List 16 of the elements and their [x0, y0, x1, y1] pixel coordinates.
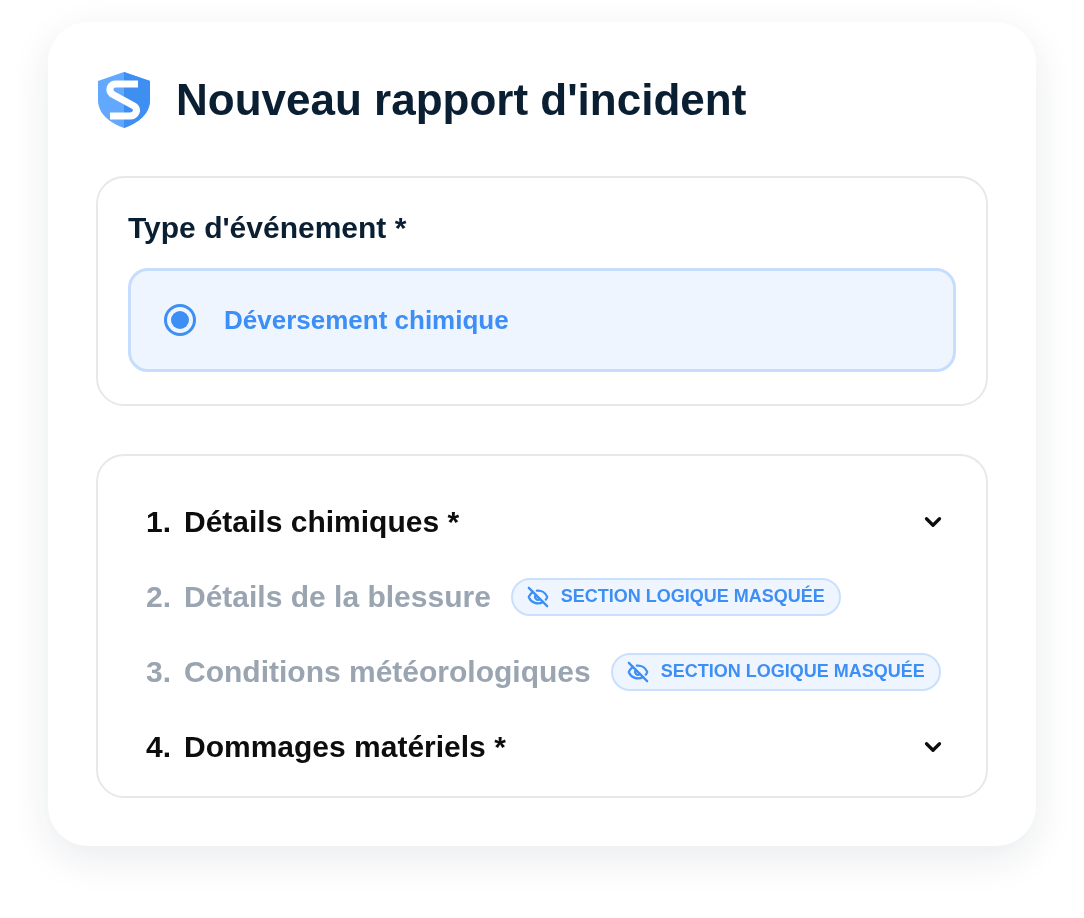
section-number: 1. — [146, 504, 173, 540]
section-title: Détails chimiques * — [184, 504, 460, 540]
eye-off-icon — [626, 660, 649, 683]
radio-option[interactable]: Déversement chimique — [128, 268, 956, 372]
section-number: 2. — [146, 579, 173, 615]
section-title: Conditions météorologiques — [184, 654, 591, 690]
section-title: Détails de la blessure — [184, 579, 491, 615]
section-number: 3. — [146, 654, 173, 690]
badge-label: SECTION LOGIQUE MASQUÉE — [560, 584, 825, 608]
form-title: Nouveau rapport d'incident — [176, 74, 747, 126]
shield-logo-icon — [98, 72, 150, 128]
event-type-label: Type d'événement * — [128, 210, 408, 246]
badge-label: SECTION LOGIQUE MASQUÉE — [660, 659, 925, 683]
eye-off-icon — [526, 585, 549, 608]
section-number: 4. — [146, 729, 173, 765]
section-title: Dommages matériels * — [184, 729, 506, 765]
